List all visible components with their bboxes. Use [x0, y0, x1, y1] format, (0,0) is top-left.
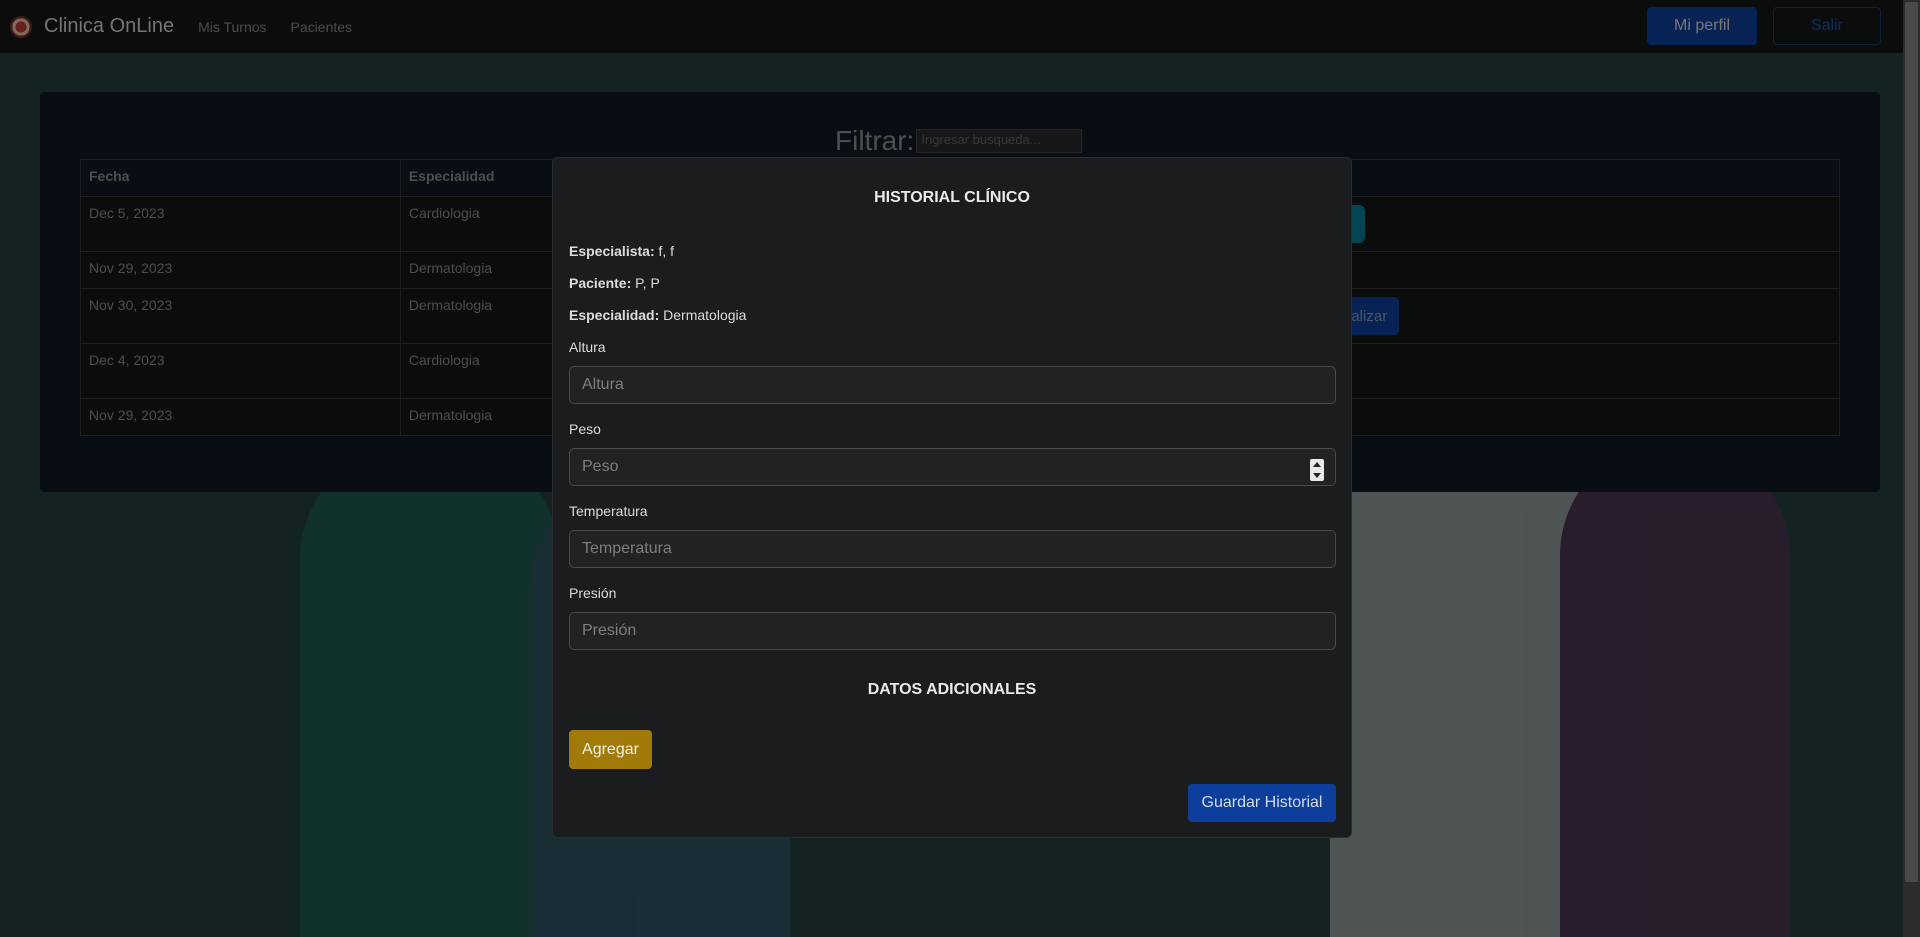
- additional-data-title: DATOS ADICIONALES: [867, 681, 1037, 698]
- presion-label: Presión: [569, 585, 617, 601]
- temperatura-label: Temperatura: [569, 503, 648, 519]
- save-history-button[interactable]: Guardar Historial: [1188, 784, 1336, 822]
- patient-value: P, P: [635, 275, 660, 291]
- add-data-button[interactable]: Agregar: [569, 730, 652, 769]
- specialty-label: Especialidad:: [569, 307, 660, 323]
- altura-label: Altura: [569, 339, 606, 355]
- specialist-label: Especialista:: [569, 243, 655, 259]
- presion-field[interactable]: Presión: [569, 612, 1336, 650]
- peso-label: Peso: [569, 421, 601, 437]
- specialist-value: f, f: [658, 243, 675, 259]
- patient-label: Paciente:: [569, 275, 632, 291]
- specialty-value: Dermatologia: [663, 307, 747, 323]
- clinical-history-modal: HISTORIAL CLÍNICO Especialista: f, f Pac…: [552, 157, 1352, 838]
- altura-field[interactable]: Altura: [569, 366, 1336, 404]
- specialty-info: Especialidad: Dermatologia: [569, 307, 746, 323]
- scrollbar-thumb[interactable]: [1905, 2, 1918, 882]
- modal-title: HISTORIAL CLÍNICO: [874, 189, 1030, 206]
- number-stepper-icon[interactable]: [1310, 459, 1324, 481]
- peso-field[interactable]: Peso: [569, 448, 1336, 486]
- patient-info: Paciente: P, P: [569, 275, 660, 291]
- temperatura-field[interactable]: Temperatura: [569, 530, 1336, 568]
- peso-placeholder: Peso: [582, 458, 619, 475]
- page-scrollbar[interactable]: [1903, 0, 1920, 937]
- specialist-info: Especialista: f, f: [569, 243, 674, 259]
